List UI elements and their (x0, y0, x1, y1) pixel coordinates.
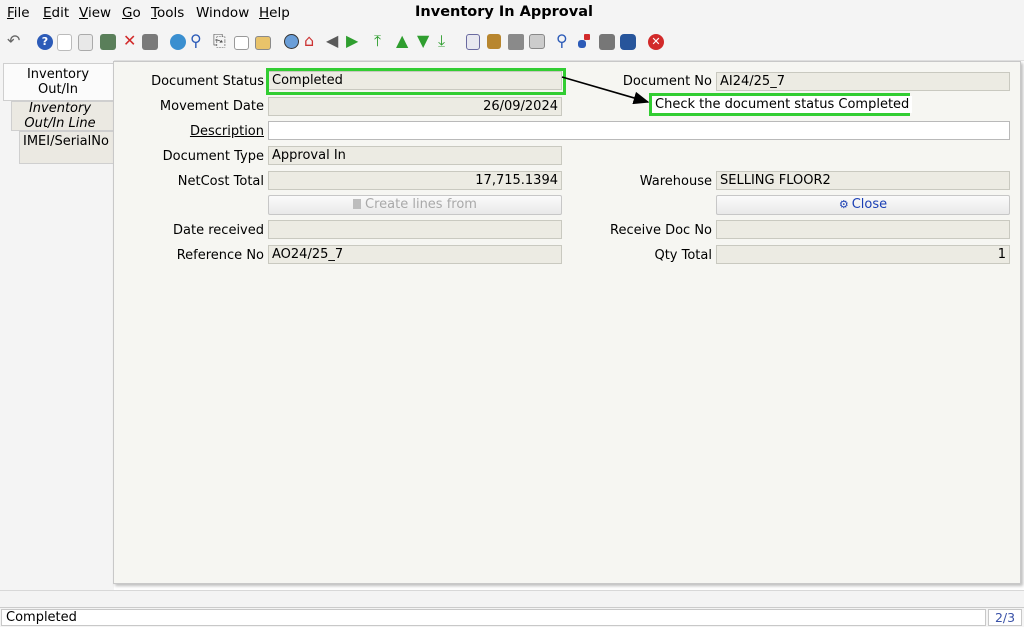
netcost-total-field[interactable]: 17,715.1394 (268, 171, 562, 190)
gear-icon: ⚙ (838, 198, 849, 211)
forward-icon[interactable]: ▶ (346, 32, 358, 50)
document-no-field[interactable]: AI24/25_7 (716, 72, 1010, 91)
help-icon[interactable]: ? (37, 34, 53, 50)
home-icon[interactable]: ⌂ (304, 32, 314, 50)
movement-date-field[interactable]: 26/09/2024 (268, 97, 562, 116)
workflow-red-icon (584, 34, 590, 40)
tab-label: IMEI/SerialNo (23, 134, 109, 149)
status-text: Completed (1, 609, 986, 626)
description-input[interactable] (268, 121, 1010, 140)
product-info-icon[interactable] (599, 34, 615, 50)
tab-strip: Inventory Out/In Inventory Out/In Line I… (0, 60, 114, 590)
archive-icon[interactable] (487, 34, 501, 49)
tab-label-line1: Inventory (28, 101, 92, 116)
warehouse-field[interactable]: SELLING FLOOR2 (716, 171, 1010, 190)
movement-date-label: Movement Date (159, 99, 264, 114)
document-type-field[interactable]: Approval In (268, 146, 562, 165)
save-icon[interactable] (142, 34, 158, 50)
find-icon[interactable]: ⚲ (190, 32, 202, 50)
document-icon (353, 199, 362, 209)
delete-record-icon[interactable] (100, 34, 116, 50)
tab-imei-serialno[interactable]: IMEI/SerialNo (19, 131, 114, 164)
first-record-icon[interactable]: ⤒ (374, 32, 381, 50)
attachment-icon[interactable]: ⎘ (213, 32, 226, 50)
last-record-icon[interactable]: ⤓ (438, 32, 445, 50)
reference-no-field[interactable]: AO24/25_7 (268, 245, 562, 264)
tab-inventory-out-in[interactable]: Inventory Out/In (3, 63, 114, 101)
history-icon[interactable] (284, 34, 299, 49)
next-record-icon[interactable]: ▼ (417, 32, 429, 50)
close-button-label: Close (851, 197, 888, 212)
status-highlight-box (266, 68, 566, 95)
description-label: Description (189, 124, 264, 139)
process-icon[interactable] (620, 34, 636, 50)
reference-no-label: Reference No (176, 248, 264, 263)
menubar: File Edit View Go Tools Window Help Inve… (0, 0, 1024, 26)
delete-selection-icon[interactable]: ✕ (123, 32, 136, 50)
warehouse-label: Warehouse (639, 174, 712, 189)
chat-icon[interactable] (234, 36, 249, 50)
back-icon[interactable]: ◀ (326, 32, 338, 50)
print-icon[interactable] (508, 34, 524, 50)
qty-total-field[interactable]: 1 (716, 245, 1010, 264)
copy-record-icon[interactable] (78, 34, 93, 51)
undo-icon[interactable]: ↶ (7, 32, 20, 50)
tab-label-line2: Out/In Line (24, 116, 96, 131)
report-icon[interactable] (466, 34, 480, 50)
date-received-label: Date received (173, 223, 264, 238)
tab-label-line1: Inventory (26, 67, 90, 82)
close-button[interactable]: ⚙ Close (716, 195, 1010, 215)
annotation-arrow (561, 76, 650, 105)
status-bar: Completed 2/3 (0, 607, 1024, 627)
document-type-label: Document Type (162, 149, 264, 164)
receive-doc-no-field[interactable] (716, 220, 1010, 239)
netcost-total-label: NetCost Total (177, 174, 264, 189)
print-preview-icon[interactable] (529, 34, 545, 49)
tab-inventory-out-in-line[interactable]: Inventory Out/In Line (11, 101, 114, 131)
annotation-text: Check the document status Completed (652, 96, 913, 113)
toolbar: ↶ ? ✕ ⚲ ⎘ ⌂ ◀ ▶ ⤒ ▲ ▼ ⤓ ⚲ ✕ (0, 26, 1024, 61)
exit-icon[interactable]: ✕ (648, 34, 664, 50)
create-lines-from-label: Create lines from (365, 197, 477, 212)
record-navigator[interactable]: 2/3 (988, 609, 1022, 626)
multi-view-icon[interactable] (255, 36, 271, 50)
create-lines-from-button[interactable]: Create lines from (268, 195, 562, 215)
zoom-across-icon[interactable]: ⚲ (556, 32, 568, 50)
qty-total-label: Qty Total (654, 248, 712, 263)
status-strip (0, 590, 1024, 607)
document-status-label: Document Status (151, 74, 264, 89)
refresh-icon[interactable] (170, 34, 186, 50)
new-record-icon[interactable] (57, 34, 72, 51)
receive-doc-no-label: Receive Doc No (610, 223, 712, 238)
workflow-icon[interactable] (578, 40, 586, 48)
previous-record-icon[interactable]: ▲ (396, 32, 408, 50)
tab-label-line2: Out/In (37, 82, 79, 97)
date-received-field[interactable] (268, 220, 562, 239)
window-title: Inventory In Approval (415, 4, 593, 20)
